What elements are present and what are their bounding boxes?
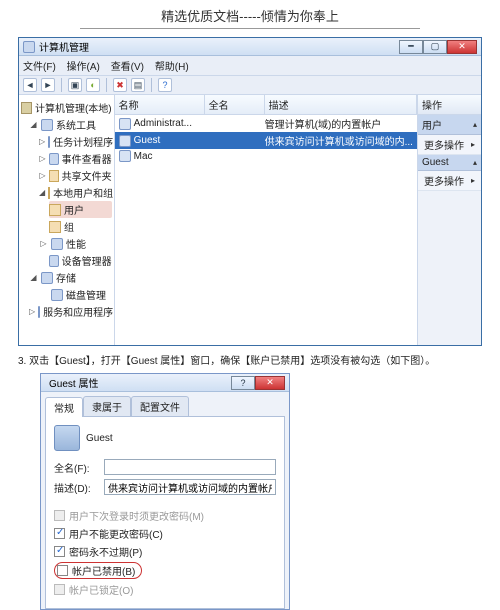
chevron-right-icon: ▸	[471, 140, 475, 149]
actions-more-1[interactable]: 更多操作▸	[418, 135, 481, 155]
doc-header: 精选优质文档-----倾情为你奉上	[0, 0, 500, 28]
dialog-title: Guest 属性	[45, 375, 231, 390]
tree-devmgr[interactable]: 设备管理器	[39, 252, 112, 269]
cb-mustchange[interactable]: 用户下次登录时须更改密码(M)	[54, 508, 276, 523]
dialog-close-button[interactable]: ✕	[255, 376, 285, 390]
fullname-input[interactable]	[104, 459, 276, 475]
tree-tasksched[interactable]: ▷任务计划程序	[39, 133, 112, 150]
dialog-tabs: 常规 隶属于 配置文件	[41, 392, 289, 416]
user-row-admin[interactable]: Administrat... 管理计算机(域)的内置帐户	[115, 115, 417, 132]
user-icon	[119, 118, 131, 130]
cb-locked[interactable]: 帐户已锁定(O)	[54, 582, 276, 597]
fullname-label: 全名(F):	[54, 460, 104, 475]
dialog-help-button[interactable]: ?	[231, 376, 255, 390]
forward-icon[interactable]: ►	[41, 78, 55, 92]
titlebar[interactable]: 计算机管理 ━ ▢ ✕	[19, 38, 481, 56]
export-icon[interactable]: ▤	[131, 78, 145, 92]
properties-icon[interactable]: ◐	[86, 78, 100, 92]
user-large-icon	[54, 425, 80, 451]
refresh-icon[interactable]: ✖	[113, 78, 127, 92]
actions-pane: 操作 用户▴ 更多操作▸ Guest▴ 更多操作▸	[418, 95, 481, 345]
step-text: 3. 双击【Guest】，打开【Guest 属性】窗口，确保【账户已禁用】选项没…	[18, 352, 482, 367]
tab-profile[interactable]: 配置文件	[131, 396, 189, 416]
actions-more-2[interactable]: 更多操作▸	[418, 171, 481, 191]
actions-header: 操作	[418, 95, 481, 115]
menu-help[interactable]: 帮助(H)	[155, 62, 189, 73]
tree-groups[interactable]: 组	[49, 218, 112, 235]
nav-tree[interactable]: 计算机管理(本地) ◢系统工具 ▷任务计划程序 ▷事件查看器 ▷共享文件夹 ◢本…	[19, 95, 115, 345]
tab-memberof[interactable]: 隶属于	[83, 396, 131, 416]
computer-management-window: 计算机管理 ━ ▢ ✕ 文件(F) 操作(A) 查看(V) 帮助(H) ◄ ► …	[18, 37, 482, 346]
actions-group-users[interactable]: 用户▴	[418, 115, 481, 135]
guest-properties-dialog: Guest 属性 ? ✕ 常规 隶属于 配置文件 Guest 全名(F): 描述…	[40, 373, 290, 610]
window-title: 计算机管理	[39, 39, 399, 54]
chevron-up-icon: ▴	[473, 120, 477, 129]
tree-services[interactable]: ▷服务和应用程序	[29, 303, 112, 320]
tree-storage[interactable]: ◢存储	[29, 269, 112, 286]
chevron-right-icon: ▸	[471, 176, 475, 185]
menu-view[interactable]: 查看(V)	[111, 62, 144, 73]
maximize-button[interactable]: ▢	[423, 40, 447, 54]
column-headers[interactable]: 名称 全名 描述	[115, 95, 417, 115]
tree-diskmgmt[interactable]: 磁盘管理	[39, 286, 112, 303]
tree-localusers[interactable]: ◢本地用户和组	[39, 184, 112, 201]
tree-systools[interactable]: ◢系统工具	[29, 116, 112, 133]
minimize-button[interactable]: ━	[399, 40, 423, 54]
user-row-mac[interactable]: Mac	[115, 149, 417, 163]
menu-file[interactable]: 文件(F)	[23, 62, 56, 73]
dialog-titlebar[interactable]: Guest 属性 ? ✕	[41, 374, 289, 392]
col-desc[interactable]: 描述	[265, 95, 417, 114]
help-icon[interactable]: ?	[158, 78, 172, 92]
user-row-guest[interactable]: Guest 供来宾访问计算机或访问域的内...	[115, 132, 417, 149]
cb-cannotchange[interactable]: ✓用户不能更改密码(C)	[54, 526, 276, 541]
cb-neverexpire[interactable]: ✓密码永不过期(P)	[54, 544, 276, 559]
close-button[interactable]: ✕	[447, 40, 477, 54]
desc-label: 描述(D):	[54, 480, 104, 495]
user-icon	[119, 150, 131, 162]
tree-eventviewer[interactable]: ▷事件查看器	[39, 150, 112, 167]
up-icon[interactable]: ▣	[68, 78, 82, 92]
menu-action[interactable]: 操作(A)	[67, 62, 100, 73]
cb-disabled[interactable]: 帐户已禁用(B)	[54, 562, 276, 579]
col-name[interactable]: 名称	[115, 95, 205, 114]
app-icon	[23, 41, 35, 53]
tree-root[interactable]: 计算机管理(本地)	[21, 99, 112, 116]
actions-group-guest[interactable]: Guest▴	[418, 155, 481, 171]
toolbar: ◄ ► ▣ ◐ ✖ ▤ ?	[19, 76, 481, 95]
back-icon[interactable]: ◄	[23, 78, 37, 92]
tree-perf[interactable]: ▷性能	[39, 235, 112, 252]
col-fullname[interactable]: 全名	[205, 95, 265, 114]
user-list: 名称 全名 描述 Administrat... 管理计算机(域)的内置帐户 Gu…	[115, 95, 418, 345]
divider	[80, 28, 420, 29]
user-icon	[119, 135, 131, 147]
menubar: 文件(F) 操作(A) 查看(V) 帮助(H)	[19, 56, 481, 76]
tree-users[interactable]: 用户	[49, 201, 112, 218]
tree-sharedfolders[interactable]: ▷共享文件夹	[39, 167, 112, 184]
tab-general[interactable]: 常规	[45, 397, 83, 417]
desc-input[interactable]	[104, 479, 276, 495]
dialog-user-label: Guest	[86, 433, 113, 444]
chevron-up-icon: ▴	[473, 158, 477, 167]
